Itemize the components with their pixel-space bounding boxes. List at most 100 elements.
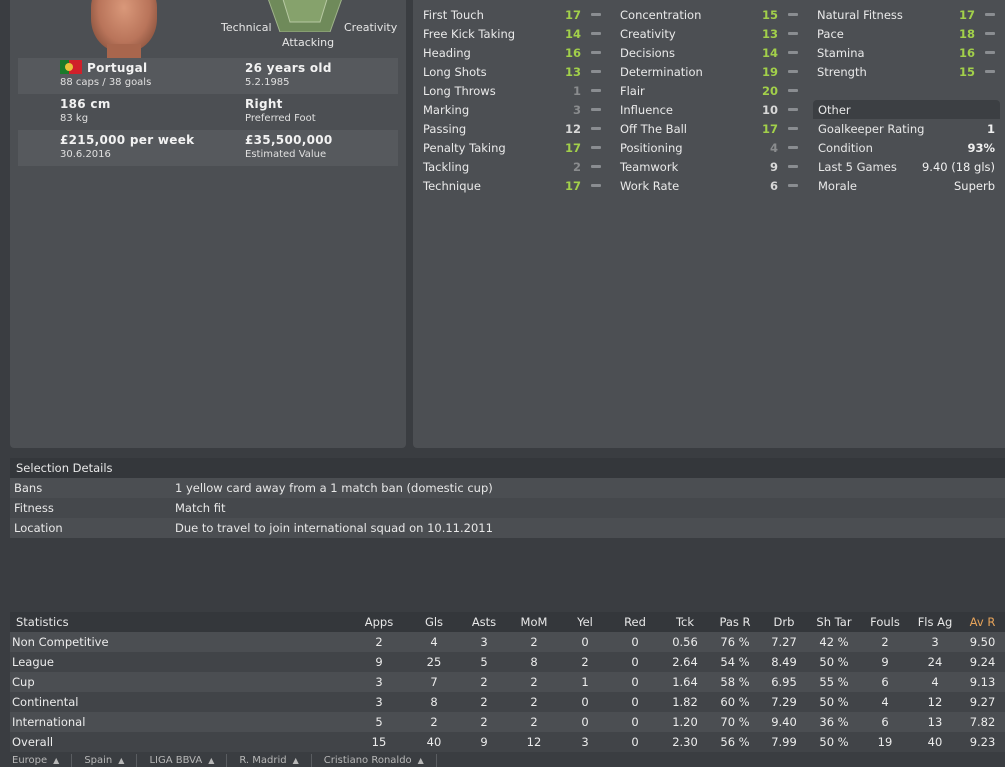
table-cell: 24 bbox=[910, 652, 960, 672]
attribute-name: Stamina bbox=[817, 45, 865, 60]
attribute-value: 17 bbox=[564, 7, 581, 22]
triangle-up-icon[interactable]: ▲ bbox=[208, 756, 214, 765]
attribute-row-concentration[interactable]: Concentration 15 bbox=[620, 5, 798, 24]
attribute-row-determination[interactable]: Determination 19 bbox=[620, 62, 798, 81]
table-row[interactable]: International 5 2 2 2 0 0 1.20 70 % 9.40 36 % 6 13 7.… bbox=[10, 712, 1005, 732]
attribute-trend-icon bbox=[985, 13, 995, 16]
attribute-row-positioning[interactable]: Positioning 4 bbox=[620, 138, 798, 157]
nation-name[interactable]: Portugal bbox=[87, 61, 147, 75]
attribute-row-stamina[interactable]: Stamina 16 bbox=[817, 43, 995, 62]
attribute-row-penalty-taking[interactable]: Penalty Taking 17 bbox=[423, 138, 601, 157]
attribute-row-first-touch[interactable]: First Touch 17 bbox=[423, 5, 601, 24]
column-header-tck[interactable]: Tck bbox=[660, 612, 710, 632]
attribute-row-creativity[interactable]: Creativity 13 bbox=[620, 24, 798, 43]
attribute-name: Heading bbox=[423, 45, 471, 60]
triangle-up-icon[interactable]: ▲ bbox=[53, 756, 59, 765]
table-cell: 0 bbox=[560, 712, 610, 732]
attribute-name: Long Shots bbox=[423, 64, 487, 79]
column-header-asts[interactable]: Asts bbox=[460, 612, 508, 632]
table-cell: 1 bbox=[560, 672, 610, 692]
attribute-row-teamwork[interactable]: Teamwork 9 bbox=[620, 157, 798, 176]
selection-row-location: Location Due to travel to join internatio… bbox=[10, 518, 1005, 538]
breadcrumb-item[interactable]: LIGA BBVA ▲ bbox=[137, 754, 228, 767]
attribute-value: 1 bbox=[572, 83, 581, 98]
table-cell: 40 bbox=[910, 732, 960, 752]
attribute-row-free-kick-taking[interactable]: Free Kick Taking 14 bbox=[423, 24, 601, 43]
attribute-trend-icon bbox=[591, 70, 601, 73]
attribute-value: 3 bbox=[572, 102, 581, 117]
table-row[interactable]: League 9 25 5 8 2 0 2.64 54 % 8.49 50 % 9 24 9.24 bbox=[10, 652, 1005, 672]
table-cell: 9 bbox=[460, 732, 508, 752]
attribute-row-pace[interactable]: Pace 18 bbox=[817, 24, 995, 43]
breadcrumb-item[interactable]: Europe ▲ bbox=[0, 754, 73, 767]
breadcrumb-item[interactable]: Spain ▲ bbox=[72, 754, 138, 767]
attribute-row-natural-fitness[interactable]: Natural Fitness 17 bbox=[817, 5, 995, 24]
other-value: 1 bbox=[986, 121, 995, 136]
attribute-row-heading[interactable]: Heading 16 bbox=[423, 43, 601, 62]
attribute-row-technique[interactable]: Technique 17 bbox=[423, 176, 601, 195]
attribute-row-flair[interactable]: Flair 20 bbox=[620, 81, 798, 100]
breadcrumb-item[interactable]: R. Madrid ▲ bbox=[227, 754, 312, 767]
column-header-drb[interactable]: Drb bbox=[760, 612, 808, 632]
other-row-last-5-games: Last 5 Games 9.40 (18 gls) bbox=[813, 157, 1000, 176]
column-header-yel[interactable]: Yel bbox=[560, 612, 610, 632]
column-header-red[interactable]: Red bbox=[610, 612, 660, 632]
attribute-row-marking[interactable]: Marking 3 bbox=[423, 100, 601, 119]
info-row-nationality: Portugal 88 caps / 38 goals 26 years old… bbox=[18, 58, 398, 94]
table-cell: 60 % bbox=[710, 692, 760, 712]
column-header-av-r[interactable]: Av R bbox=[960, 612, 1005, 632]
attribute-row-decisions[interactable]: Decisions 14 bbox=[620, 43, 798, 62]
table-cell: 40 bbox=[408, 732, 460, 752]
attribute-value: 16 bbox=[958, 45, 975, 60]
attribute-name: Positioning bbox=[620, 140, 683, 155]
attribute-row-tackling[interactable]: Tackling 2 bbox=[423, 157, 601, 176]
attribute-trend-icon bbox=[788, 70, 798, 73]
radar-label-attacking: Attacking bbox=[282, 36, 335, 49]
table-cell: 7 bbox=[408, 672, 460, 692]
attribute-trend-icon bbox=[591, 32, 601, 35]
triangle-up-icon[interactable]: ▲ bbox=[118, 756, 124, 765]
attribute-row-long-throws[interactable]: Long Throws 1 bbox=[423, 81, 601, 100]
table-cell: 0 bbox=[610, 672, 660, 692]
table-cell: 5 bbox=[350, 712, 408, 732]
attribute-trend-icon bbox=[788, 127, 798, 130]
table-row[interactable]: Cup 3 7 2 2 1 0 1.64 58 % 6.95 55 % 6 4 9.13 bbox=[10, 672, 1005, 692]
column-header-fouls[interactable]: Fouls bbox=[860, 612, 910, 632]
table-row[interactable]: Overall 15 40 9 12 3 0 2.30 56 % 7.99 50 % 19 40 9.23 bbox=[10, 732, 1005, 752]
column-header-gls[interactable]: Gls bbox=[408, 612, 460, 632]
attribute-row-off-the-ball[interactable]: Off The Ball 17 bbox=[620, 119, 798, 138]
attribute-row-long-shots[interactable]: Long Shots 13 bbox=[423, 62, 601, 81]
column-header-pas-r[interactable]: Pas R bbox=[710, 612, 760, 632]
table-row[interactable]: Non Competitive 2 4 3 2 0 0 0.56 76 % 7.27 42 % 2 3 9… bbox=[10, 632, 1005, 652]
attribute-value: 13 bbox=[564, 64, 581, 79]
attribute-row-influence[interactable]: Influence 10 bbox=[620, 100, 798, 119]
attribute-name: Passing bbox=[423, 121, 467, 136]
table-cell: 50 % bbox=[808, 732, 860, 752]
breadcrumb-item[interactable]: Cristiano Ronaldo ▲ bbox=[312, 754, 437, 767]
breadcrumb-label: Cristiano Ronaldo bbox=[323, 755, 412, 766]
attribute-name: Teamwork bbox=[620, 159, 679, 174]
attribute-name: Pace bbox=[817, 26, 844, 41]
info-row-physique: 186 cm 83 kg Right Preferred Foot bbox=[18, 94, 398, 130]
triangle-up-icon[interactable]: ▲ bbox=[293, 756, 299, 765]
attribute-row-passing[interactable]: Passing 12 bbox=[423, 119, 601, 138]
triangle-up-icon[interactable]: ▲ bbox=[418, 756, 424, 765]
attribute-value: 17 bbox=[564, 140, 581, 155]
attribute-value: 19 bbox=[761, 64, 778, 79]
other-label: Last 5 Games bbox=[818, 159, 897, 174]
table-cell: 9 bbox=[350, 652, 408, 672]
attributes-panel: First Touch 17 Free Kick Taking 14 Heading 16… bbox=[413, 0, 1005, 448]
column-header-mom[interactable]: MoM bbox=[508, 612, 560, 632]
attribute-value: 20 bbox=[761, 83, 778, 98]
table-row[interactable]: Continental 3 8 2 2 0 0 1.82 60 % 7.29 50 % 4 12 9.27 bbox=[10, 692, 1005, 712]
table-cell: 4 bbox=[860, 692, 910, 712]
attribute-trend-icon bbox=[591, 127, 601, 130]
table-cell: 8.49 bbox=[760, 652, 808, 672]
column-header-sh-tar[interactable]: Sh Tar bbox=[808, 612, 860, 632]
other-row-condition: Condition 93% bbox=[813, 138, 1000, 157]
attribute-row-strength[interactable]: Strength 15 bbox=[817, 62, 995, 81]
attribute-row-work-rate[interactable]: Work Rate 6 bbox=[620, 176, 798, 195]
attribute-trend-icon bbox=[985, 32, 995, 35]
column-header-apps[interactable]: Apps bbox=[350, 612, 408, 632]
column-header-fls-ag[interactable]: Fls Ag bbox=[910, 612, 960, 632]
